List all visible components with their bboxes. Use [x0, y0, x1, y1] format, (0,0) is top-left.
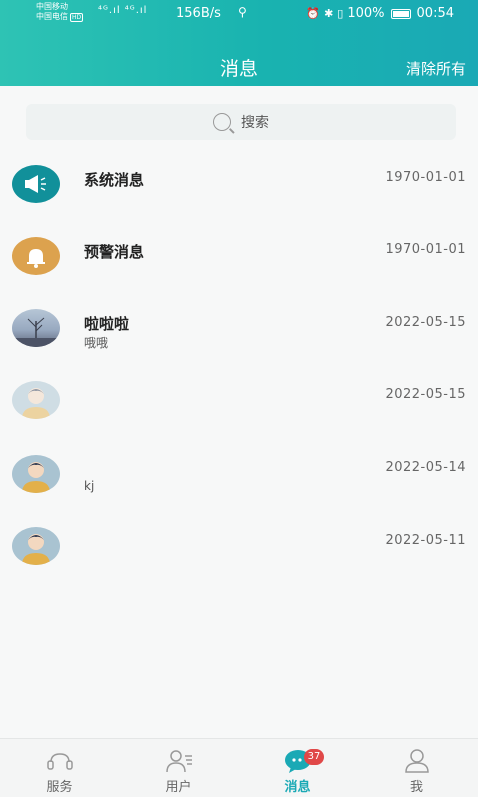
clock: 00:54: [416, 6, 454, 21]
list-item-system[interactable]: 系统消息 1970-01-01: [0, 150, 478, 218]
bottom-nav: 服务 用户 37 消息 我: [0, 738, 478, 797]
signal-icons: ⁴ᴳ.ıl ⁴ᴳ.ıl: [98, 5, 148, 16]
profile-icon: [402, 748, 432, 774]
message-date: 2022-05-14: [385, 460, 466, 475]
message-preview: 哦哦: [84, 336, 109, 350]
user-avatar-icon: [12, 527, 60, 565]
message-date: 2022-05-15: [385, 315, 466, 330]
list-item[interactable]: 2022-05-11: [0, 510, 478, 578]
bell-icon: [12, 237, 60, 275]
status-bar: 中国移动 中国电信 HD ⁴ᴳ.ıl ⁴ᴳ.ıl 156B/s ⚲ ⏰ ✱ ▯ 1…: [0, 0, 478, 30]
search-icon: [213, 113, 231, 131]
user-avatar-icon: [12, 381, 60, 419]
search-placeholder: 搜索: [241, 115, 269, 131]
list-item[interactable]: 啦啦啦 哦哦 2022-05-15: [0, 294, 478, 362]
unread-badge: 37: [304, 749, 324, 765]
list-item[interactable]: 2022-05-15: [0, 366, 478, 434]
nav-label: 我: [409, 780, 423, 795]
vibrate-icon: ▯: [337, 7, 344, 20]
message-preview: kj: [84, 479, 95, 493]
user-avatar-photo: [12, 309, 60, 347]
battery-icon: [390, 8, 411, 19]
message-date: 2022-05-15: [385, 387, 466, 402]
nav-item-messages[interactable]: 37 消息: [238, 739, 357, 797]
clear-all-button[interactable]: 清除所有: [406, 58, 466, 79]
message-name: 预警消息: [84, 243, 145, 261]
list-item[interactable]: kj 2022-05-14: [0, 438, 478, 506]
nav-label: 用户: [165, 780, 192, 795]
status-right: ⏰ ✱ ▯ 100% 00:54: [306, 6, 454, 21]
search-input[interactable]: 搜索: [26, 104, 456, 140]
megaphone-icon: [12, 165, 60, 203]
message-date: 1970-01-01: [385, 242, 466, 257]
nav-label: 服务: [46, 780, 73, 795]
carrier-info: 中国移动 中国电信 HD: [36, 2, 84, 22]
hd-badge: HD: [70, 13, 84, 22]
battery-percent: 100%: [347, 6, 385, 21]
message-date: 1970-01-01: [385, 170, 466, 185]
bluetooth-icon: ✱: [324, 7, 334, 20]
message-name: 系统消息: [84, 171, 145, 189]
usb-icon: ⚲: [238, 5, 247, 19]
carrier-2: 中国电信: [36, 12, 68, 21]
app-header: 中国移动 中国电信 HD ⁴ᴳ.ıl ⁴ᴳ.ıl 156B/s ⚲ ⏰ ✱ ▯ 1…: [0, 0, 478, 86]
nav-label: 消息: [284, 780, 311, 795]
message-name: 啦啦啦: [84, 315, 130, 333]
alarm-icon: ⏰: [306, 7, 321, 20]
nav-item-me[interactable]: 我: [357, 739, 476, 797]
user-avatar-icon: [12, 455, 60, 493]
service-icon: [45, 748, 75, 774]
message-date: 2022-05-11: [385, 533, 466, 548]
nav-item-users[interactable]: 用户: [119, 739, 238, 797]
users-icon: [164, 748, 194, 774]
net-speed: 156B/s: [176, 6, 221, 21]
carrier-1: 中国移动: [36, 2, 68, 11]
nav-item-service[interactable]: 服务: [0, 739, 119, 797]
list-item-warning[interactable]: 预警消息 1970-01-01: [0, 222, 478, 290]
